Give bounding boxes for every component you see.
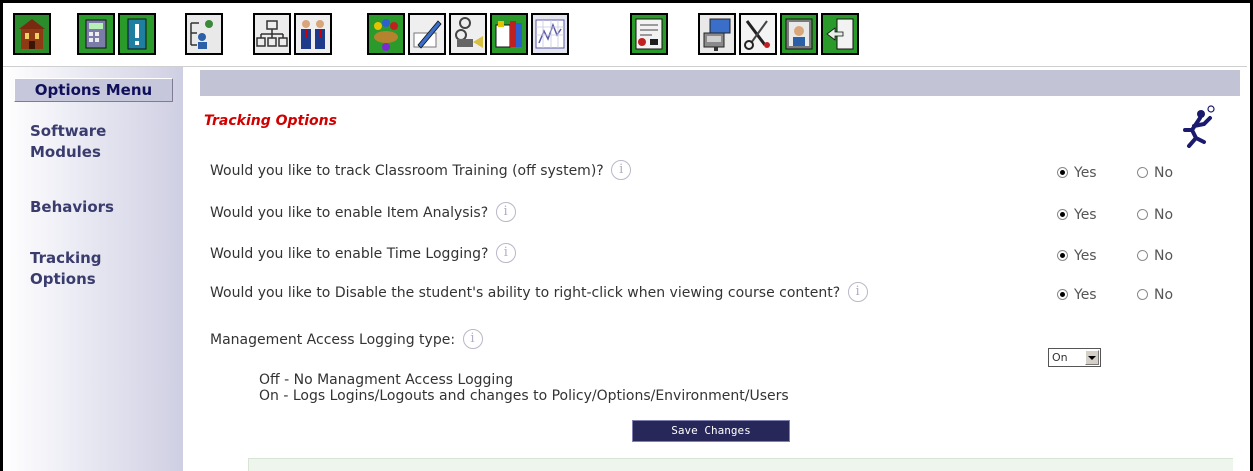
radio-yes-disable-right-click[interactable]: Yes (1057, 284, 1097, 306)
radio-label: No (1154, 248, 1174, 264)
sidebar-item-label: Software (30, 122, 107, 140)
radio-yes-time-logging[interactable]: Yes (1057, 245, 1097, 267)
people-icon[interactable] (294, 13, 332, 55)
radio-label: No (1154, 207, 1174, 223)
pencil-icon[interactable] (408, 13, 446, 55)
computer-icon[interactable] (698, 13, 736, 55)
radio-button[interactable] (1057, 166, 1068, 178)
question-time-logging: Would you like to enable Time Logging? i (210, 243, 516, 265)
options-menu-header: Options Menu (14, 78, 173, 102)
logging-off-description: Off - No Managment Access Logging (259, 372, 514, 388)
question-text: Would you like to Disable the student's … (210, 285, 841, 301)
main-content: Tracking Options Would you like to track… (200, 67, 1247, 471)
logging-type-label: Management Access Logging type: i (210, 329, 483, 351)
alert-icon[interactable] (118, 13, 156, 55)
sidebar-item-software-modules[interactable]: Software Modules (30, 120, 106, 163)
options-sidebar: Options Menu Software Modules Behaviors … (3, 67, 183, 471)
exit-door-icon[interactable] (821, 13, 859, 55)
radio-button[interactable] (1057, 288, 1068, 300)
radio-label: No (1154, 165, 1174, 181)
page-title: Tracking Options (204, 113, 337, 129)
logging-type-select[interactable]: On (1048, 348, 1101, 367)
radio-no-item-analysis[interactable]: No (1137, 204, 1173, 226)
sidebar-item-tracking-options[interactable]: Tracking Options (30, 247, 102, 290)
select-value: On (1052, 351, 1068, 364)
library-icon[interactable] (490, 13, 528, 55)
question-item-analysis: Would you like to enable Item Analysis? … (210, 202, 516, 224)
content-title-bar (200, 70, 1240, 96)
info-icon[interactable]: i (847, 282, 868, 302)
certificate-icon[interactable] (630, 13, 668, 55)
radio-label: Yes (1074, 287, 1097, 303)
chevron-down-icon[interactable] (1085, 350, 1099, 365)
radio-label: Yes (1074, 248, 1097, 264)
question-text: Would you like to enable Item Analysis? (210, 205, 489, 221)
question-text: Would you like to track Classroom Traini… (210, 163, 604, 179)
radio-no-disable-right-click[interactable]: No (1137, 284, 1173, 306)
question-classroom-training: Would you like to track Classroom Traini… (210, 160, 632, 182)
question-text: Management Access Logging type: (210, 332, 456, 348)
meeting-icon[interactable] (367, 13, 405, 55)
radio-button[interactable] (1137, 166, 1148, 178)
question-disable-right-click: Would you like to Disable the student's … (210, 282, 868, 304)
radio-no-time-logging[interactable]: No (1137, 245, 1173, 267)
logging-on-description: On - Logs Logins/Logouts and changes to … (259, 388, 789, 404)
info-icon[interactable]: i (495, 202, 516, 222)
radio-yes-classroom-training[interactable]: Yes (1057, 162, 1097, 184)
radio-button[interactable] (1137, 208, 1148, 220)
bottom-panel (248, 458, 1233, 471)
radio-button[interactable] (1137, 249, 1148, 261)
sidebar-item-behaviors[interactable]: Behaviors (30, 196, 114, 218)
radio-button[interactable] (1137, 288, 1148, 300)
radio-no-classroom-training[interactable]: No (1137, 162, 1173, 184)
radio-button[interactable] (1057, 208, 1068, 220)
radio-label: Yes (1074, 207, 1097, 223)
report-chart-icon[interactable] (531, 13, 569, 55)
org-chart-icon[interactable] (253, 13, 291, 55)
question-text: Would you like to enable Time Logging? (210, 246, 489, 262)
sidebar-item-label: Modules (30, 143, 101, 161)
film-camera-icon[interactable] (449, 13, 487, 55)
sidebar-item-label: Behaviors (30, 198, 114, 216)
sidebar-item-label: Options (30, 270, 96, 288)
user-tree-icon[interactable] (185, 13, 223, 55)
info-icon[interactable]: i (611, 160, 632, 180)
radio-label: Yes (1074, 165, 1097, 181)
runner-logo-icon (1183, 105, 1215, 148)
info-icon[interactable]: i (495, 243, 516, 263)
profile-icon[interactable] (780, 13, 818, 55)
sidebar-item-label: Tracking (30, 249, 102, 267)
tools-icon[interactable] (739, 13, 777, 55)
radio-yes-item-analysis[interactable]: Yes (1057, 204, 1097, 226)
calculator-icon[interactable] (77, 13, 115, 55)
info-icon[interactable]: i (462, 329, 483, 349)
radio-button[interactable] (1057, 249, 1068, 261)
save-changes-button[interactable]: Save Changes (632, 420, 790, 442)
toolbar (3, 3, 1247, 67)
home-building-icon[interactable] (13, 13, 51, 55)
radio-label: No (1154, 287, 1174, 303)
